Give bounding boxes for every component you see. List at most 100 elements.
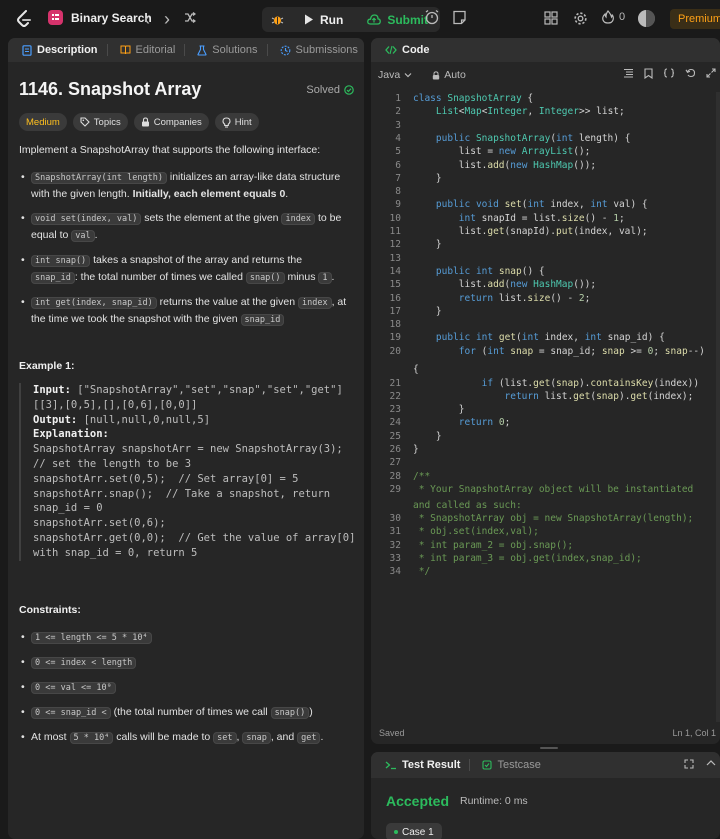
list-item: int snap() takes a snapshot of the array… [19, 252, 349, 286]
list-item: At most 5 * 10⁴ calls will be made to se… [19, 729, 349, 746]
line-number: 20 [389, 345, 401, 357]
prev-problem-icon[interactable]: ‹ [144, 10, 150, 28]
tab-testcase[interactable]: Testcase [476, 753, 546, 777]
line-number: 18 [389, 319, 401, 331]
line-number: 5 [395, 146, 401, 158]
line-text: list.get(snapId).put(index, val); [413, 226, 648, 237]
line-text: public void set(int index, int val) { [435, 199, 648, 211]
next-problem-icon[interactable]: › [164, 10, 170, 28]
line-text: for (int snap = snap_id; snap >= 0; snap… [458, 345, 705, 357]
cursor-position: Ln 1, Col 1 [672, 728, 716, 738]
tab-submissions-label: Submissions [295, 44, 358, 56]
line-text: * int param_2 = obj.snap(); [413, 539, 574, 551]
example-explanation: SnapshotArray snapshotArr = new Snapshot… [33, 443, 356, 559]
history-icon [280, 45, 290, 55]
companies-chip[interactable]: Companies [133, 113, 209, 131]
check-circle-icon [344, 85, 354, 95]
language-select[interactable]: Java [378, 69, 412, 81]
editor-scrollbar[interactable] [716, 92, 720, 722]
line-text: public int snap() { [435, 265, 545, 277]
inline-code: SnapshotArray(int length) [31, 172, 167, 184]
debugger-icon[interactable] [266, 9, 288, 31]
inline-code: int get(index, snap_id) [31, 297, 157, 309]
list-item: 1 <= length <= 5 * 10⁴ [19, 629, 349, 646]
notes-icon[interactable] [452, 10, 467, 25]
case-label: Case 1 [402, 826, 434, 838]
shuffle-icon[interactable] [184, 11, 196, 26]
bullet-text: . [331, 271, 335, 283]
tab-code[interactable]: Code [379, 38, 436, 62]
line-number: 8 [395, 186, 401, 198]
line-number: 1 [395, 93, 401, 104]
flask-icon [197, 45, 207, 56]
runtime-label: Runtime: 0 ms [460, 795, 528, 807]
tab-solutions[interactable]: Solutions [191, 38, 273, 62]
list-item: void set(index, val) sets the element at… [19, 210, 349, 244]
auto-mode[interactable]: Auto [432, 69, 466, 81]
leetcode-logo-icon[interactable] [16, 10, 32, 28]
layout-icon[interactable] [544, 11, 558, 25]
result-panel: Test Result Testcase Accepted Runtime: 0… [371, 752, 720, 839]
braces-icon[interactable] [663, 68, 675, 78]
inline-code: snap [242, 732, 271, 744]
problem-list-icon [48, 10, 63, 25]
example-input: ["SnapshotArray","set","snap","set","get… [33, 384, 343, 411]
topics-chip[interactable]: Topics [72, 113, 128, 131]
case-status-dot [394, 830, 398, 834]
line-number: 14 [389, 265, 401, 277]
problem-title[interactable]: 1146. Snapshot Array [19, 79, 201, 100]
lock-icon [432, 70, 440, 79]
tab-editorial[interactable]: Editorial [114, 38, 192, 62]
hint-chip[interactable]: Hint [214, 113, 259, 131]
line-number: 6 [395, 159, 401, 171]
inline-code: index [297, 297, 332, 309]
top-bar: Binary Search ‹ › Run Submit 0 Premium [0, 0, 720, 38]
line-text: * obj.set(index,val); [413, 526, 539, 538]
line-text: int snapId = list.size() - 1; [458, 212, 625, 224]
collapse-icon[interactable] [706, 759, 716, 767]
line-text: list.add(new HashMap()); [413, 279, 597, 291]
line-text: */ [413, 566, 431, 578]
line-number: 21 [389, 377, 401, 389]
line-text: List<Map<Integer, Integer>> list; [435, 106, 625, 118]
streak-count: 0 [619, 11, 626, 23]
solved-status: Solved [306, 84, 354, 96]
list-item: 0 <= snap_id < (the total number of time… [19, 704, 349, 721]
settings-gear-icon[interactable] [573, 11, 588, 26]
streak-counter[interactable]: 0 [602, 10, 625, 24]
inline-code: 0 <= index < length [31, 657, 137, 669]
line-text: class SnapshotArray { [413, 93, 534, 104]
tab-test-result[interactable]: Test Result [379, 753, 476, 777]
tab-editorial-label: Editorial [135, 44, 176, 56]
bullet-text: sets the element at the given [141, 212, 282, 224]
editor-actions [623, 68, 716, 79]
inline-code: val [71, 230, 95, 242]
auto-mode-label: Auto [444, 69, 466, 81]
expand-icon[interactable] [706, 68, 716, 78]
constraint-text: , and [270, 731, 298, 743]
user-avatar[interactable] [638, 10, 655, 27]
case-1-tab[interactable]: Case 1 [386, 823, 442, 839]
tab-description[interactable]: Description [16, 38, 114, 62]
run-button[interactable]: Run [294, 8, 353, 31]
bookmark-icon[interactable] [644, 68, 653, 79]
book-icon [120, 45, 131, 55]
tab-separator [184, 44, 186, 56]
format-icon[interactable] [623, 68, 634, 78]
bullet-text: . [285, 188, 289, 200]
inline-code: 0 <= val <= 10⁹ [31, 682, 116, 694]
premium-button[interactable]: Premium [670, 9, 720, 29]
fullscreen-icon[interactable] [684, 759, 694, 769]
tab-submissions[interactable]: Submissions [274, 38, 364, 62]
checkbox-icon [482, 760, 493, 770]
problem-list-title[interactable]: Binary Search [48, 10, 152, 25]
timer-icon[interactable] [424, 9, 440, 25]
reset-icon[interactable] [685, 68, 696, 78]
line-number: 13 [389, 252, 401, 264]
tab-testcase-label: Testcase [497, 759, 541, 771]
resize-handle[interactable] [540, 747, 558, 749]
inline-code: 1 [318, 272, 332, 284]
tag-icon [80, 117, 90, 127]
list-item: 0 <= val <= 10⁹ [19, 679, 349, 696]
line-text: list.add(new HashMap()); [413, 159, 597, 171]
